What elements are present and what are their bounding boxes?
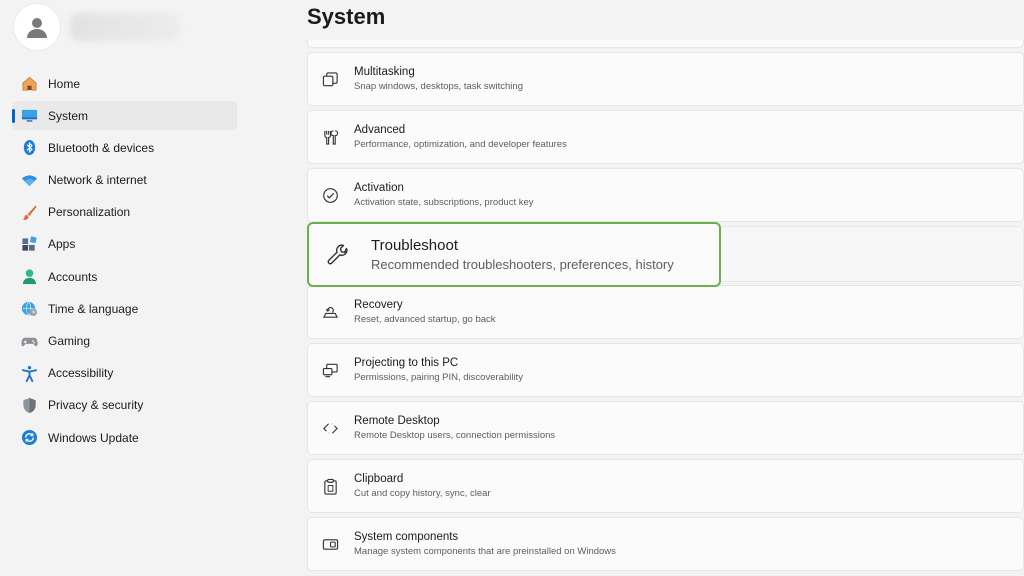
sidebar-item-windows-update[interactable]: Windows Update <box>12 423 237 452</box>
sidebar-item-label: Bluetooth & devices <box>48 140 155 155</box>
sidebar-nav: Home System Bluetooth & devices Network … <box>12 69 237 455</box>
troubleshoot-title: Troubleshoot <box>371 236 458 254</box>
wrench-icon <box>325 242 351 268</box>
accounts-icon <box>20 268 38 286</box>
sidebar-item-label: Privacy & security <box>48 398 144 413</box>
sidebar-item-label: Apps <box>48 237 76 252</box>
sidebar-item-personalization[interactable]: Personalization <box>12 198 237 227</box>
remote-desktop-card[interactable]: Remote Desktop Remote Desktop users, con… <box>307 401 1024 455</box>
troubleshoot-card-background <box>721 226 1024 282</box>
multitasking-subtitle: Snap windows, desktops, task switching <box>354 81 523 92</box>
sidebar-item-privacy-security[interactable]: Privacy & security <box>12 391 237 420</box>
sidebar-item-label: Personalization <box>48 205 131 220</box>
remote-desktop-icon <box>321 419 339 437</box>
user-icon <box>27 18 47 38</box>
avatar[interactable] <box>14 4 60 50</box>
sidebar: Home System Bluetooth & devices Network … <box>0 0 300 576</box>
sidebar-item-label: Time & language <box>48 301 139 316</box>
sidebar-item-label: System <box>48 108 89 123</box>
recovery-subtitle: Reset, advanced startup, go back <box>354 314 496 325</box>
projecting-subtitle: Permissions, pairing PIN, discoverabilit… <box>354 372 523 383</box>
page-title: System <box>307 4 386 29</box>
advanced-title: Advanced <box>354 124 406 136</box>
clipboard-subtitle: Cut and copy history, sync, clear <box>354 488 491 499</box>
globe-clock-icon <box>20 300 38 318</box>
sidebar-item-bluetooth[interactable]: Bluetooth & devices <box>12 133 237 162</box>
system-components-subtitle: Manage system components that are preins… <box>354 546 616 557</box>
projecting-title: Projecting to this PC <box>354 357 459 369</box>
previous-card-edge <box>307 40 1024 48</box>
system-components-card[interactable]: System components Manage system componen… <box>307 517 1024 571</box>
sidebar-item-time-language[interactable]: Time & language <box>12 294 237 323</box>
settings-list: Multitasking Snap windows, desktops, tas… <box>307 40 1024 576</box>
sidebar-item-apps[interactable]: Apps <box>12 230 237 259</box>
sidebar-item-system[interactable]: System <box>12 101 237 131</box>
wifi-icon <box>20 171 38 189</box>
projecting-card[interactable]: Projecting to this PC Permissions, pairi… <box>307 343 1024 397</box>
system-icon <box>20 107 38 125</box>
sidebar-item-label: Network & internet <box>48 173 147 188</box>
accessibility-icon <box>20 364 38 382</box>
recovery-title: Recovery <box>354 299 403 311</box>
apps-icon <box>20 235 38 253</box>
components-icon <box>321 535 339 553</box>
recovery-card[interactable]: Recovery Reset, advanced startup, go bac… <box>307 285 1024 339</box>
troubleshoot-card[interactable]: Troubleshoot Recommended troubleshooters… <box>307 222 721 287</box>
home-icon <box>20 75 38 93</box>
sidebar-item-accessibility[interactable]: Accessibility <box>12 359 237 388</box>
tools-icon <box>321 128 339 146</box>
activation-title: Activation <box>354 182 404 194</box>
clipboard-icon <box>321 477 339 495</box>
bluetooth-icon <box>20 139 38 157</box>
recovery-icon <box>321 303 339 321</box>
sidebar-item-label: Home <box>48 76 81 91</box>
update-icon <box>20 429 38 447</box>
sidebar-item-gaming[interactable]: Gaming <box>12 327 237 356</box>
multitasking-icon <box>321 70 339 88</box>
multitasking-card[interactable]: Multitasking Snap windows, desktops, tas… <box>307 52 1024 106</box>
sidebar-item-label: Accessibility <box>48 366 114 381</box>
sidebar-item-label: Accounts <box>48 269 98 284</box>
sidebar-item-accounts[interactable]: Accounts <box>12 262 237 291</box>
clipboard-card[interactable]: Clipboard Cut and copy history, sync, cl… <box>307 459 1024 513</box>
shield-icon <box>20 396 38 414</box>
sidebar-item-label: Gaming <box>48 334 91 348</box>
sidebar-item-network[interactable]: Network & internet <box>12 166 237 195</box>
activation-card[interactable]: Activation Activation state, subscriptio… <box>307 168 1024 222</box>
clipboard-title: Clipboard <box>354 473 404 485</box>
brush-icon <box>20 203 38 221</box>
blurred-account-name <box>70 13 180 41</box>
troubleshoot-subtitle: Recommended troubleshooters, preferences… <box>371 256 674 272</box>
check-circle-icon <box>321 186 339 204</box>
advanced-subtitle: Performance, optimization, and developer… <box>354 139 567 150</box>
advanced-card[interactable]: Advanced Performance, optimization, and … <box>307 110 1024 164</box>
remote-desktop-title: Remote Desktop <box>354 415 440 427</box>
gamepad-icon <box>20 332 38 350</box>
projecting-icon <box>321 361 339 379</box>
system-components-title: System components <box>354 531 459 543</box>
activation-subtitle: Activation state, subscriptions, product… <box>354 197 534 208</box>
multitasking-title: Multitasking <box>354 66 415 78</box>
sidebar-item-label: Windows Update <box>48 430 139 445</box>
remote-desktop-subtitle: Remote Desktop users, connection permiss… <box>354 430 556 441</box>
sidebar-item-home[interactable]: Home <box>12 69 237 98</box>
user-profile[interactable] <box>14 4 180 50</box>
